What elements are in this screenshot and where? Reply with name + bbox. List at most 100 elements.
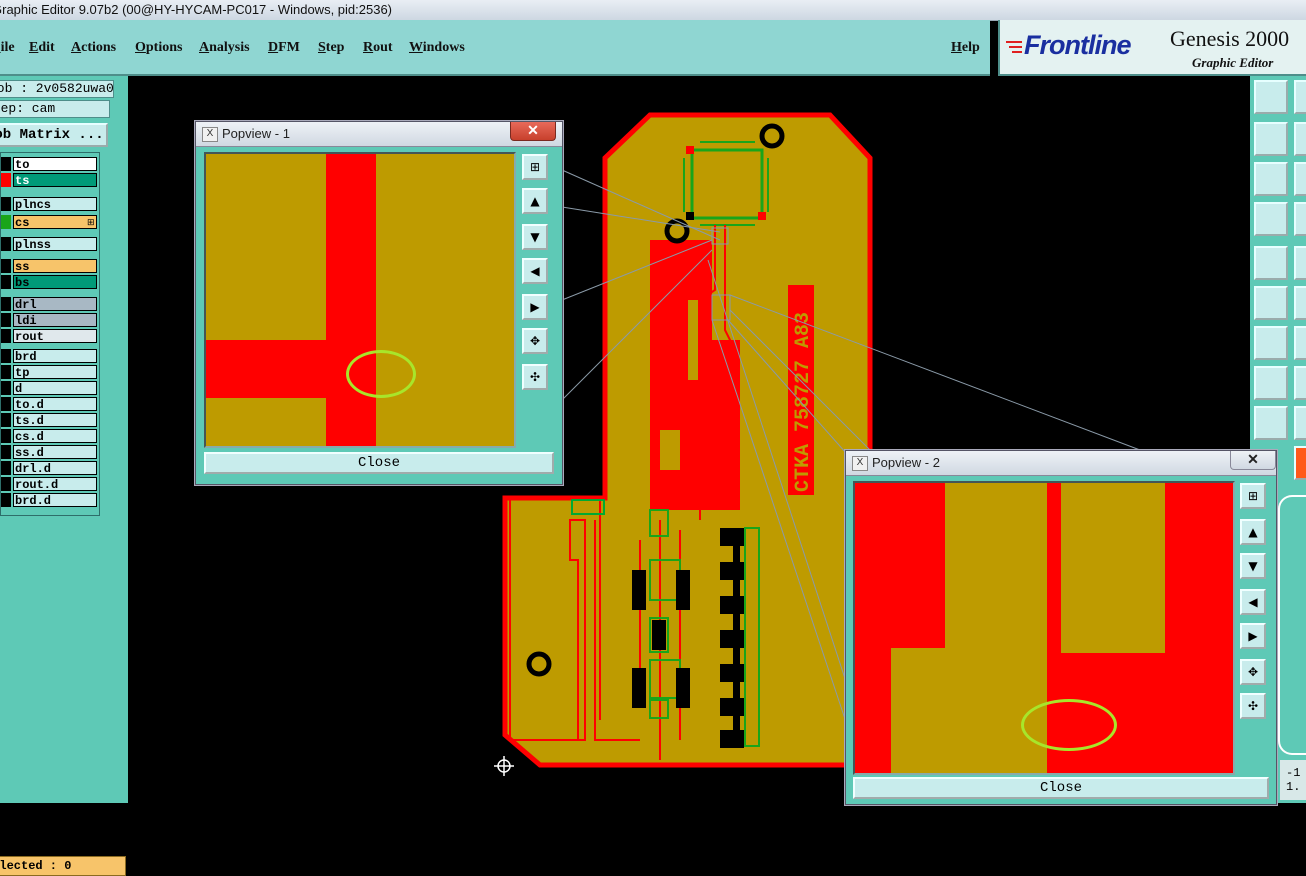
pv1-zoom-in-icon[interactable]: ⊞ <box>522 154 548 180</box>
layer-color-swatch[interactable] <box>1 493 11 507</box>
menu-rout[interactable]: Rout <box>363 40 393 56</box>
layer-name[interactable]: ts <box>13 173 97 188</box>
layer-color-swatch[interactable] <box>1 329 11 343</box>
layer-row-tp[interactable]: tp <box>1 365 97 380</box>
layer-name[interactable]: ss.d <box>13 445 97 460</box>
layer-row-cs-d[interactable]: cs.d <box>1 429 97 444</box>
layer-row-drl[interactable]: drl <box>1 297 97 312</box>
layer-name[interactable]: to <box>13 157 97 172</box>
menu-edit[interactable]: Edit <box>29 40 55 56</box>
layer-color-swatch[interactable] <box>1 157 11 171</box>
pv1-fit-icon[interactable]: ✥ <box>522 328 548 354</box>
tool-connect-icon[interactable] <box>1254 366 1288 400</box>
layer-name[interactable]: tp <box>13 365 97 380</box>
layer-name[interactable]: drl.d <box>13 461 97 476</box>
layer-row-to[interactable]: to <box>1 157 97 172</box>
tool-triangle-icon[interactable] <box>1254 406 1288 440</box>
popview-1-canvas[interactable] <box>204 152 516 448</box>
layer-row-ss[interactable]: ss <box>1 259 97 274</box>
tool-ext-1-icon[interactable] <box>1294 80 1306 114</box>
pv2-fit-icon[interactable]: ✥ <box>1240 659 1266 685</box>
popview-2-close-icon[interactable]: ✕ <box>1230 451 1276 470</box>
popview-1-close-icon[interactable]: ✕ <box>510 122 556 141</box>
layer-color-swatch[interactable] <box>1 275 11 289</box>
layer-row-cs[interactable]: cs ⊞ <box>1 215 97 230</box>
tool-left-icon[interactable] <box>1254 122 1288 156</box>
layer-color-swatch[interactable] <box>1 461 11 475</box>
layer-name[interactable]: ldi <box>13 313 97 328</box>
layer-row-brd[interactable]: brd <box>1 349 97 364</box>
tool-pad-icon[interactable] <box>1254 246 1288 280</box>
layer-row-plncs[interactable]: plncs <box>1 197 97 212</box>
layer-row-bs[interactable]: bs <box>1 275 97 290</box>
tool-ext-8-icon[interactable] <box>1294 366 1306 400</box>
layer-name[interactable]: drl <box>13 297 97 312</box>
layer-name[interactable]: ts.d <box>13 413 97 428</box>
tool-home-icon[interactable] <box>1254 80 1288 114</box>
tool-network-icon[interactable] <box>1254 286 1288 320</box>
layer-name[interactable]: brd <box>13 349 97 364</box>
layer-row-to-d[interactable]: to.d <box>1 397 97 412</box>
menu-file[interactable]: File <box>0 40 15 56</box>
tool-ext-7-icon[interactable] <box>1294 326 1306 360</box>
layer-row-ts[interactable]: ts <box>1 173 97 188</box>
layer-row-rout[interactable]: rout <box>1 329 97 344</box>
tool-ext-2-icon[interactable] <box>1294 122 1306 156</box>
tool-fit-icon[interactable] <box>1254 162 1288 196</box>
layer-name[interactable]: plncs <box>13 197 97 212</box>
menu-options[interactable]: Options <box>135 40 182 56</box>
pv2-pan-right-icon[interactable]: ▶ <box>1240 623 1266 649</box>
popview-1-titlebar[interactable]: X Popview - 1 <box>196 122 562 147</box>
layer-row-drl-d[interactable]: drl.d <box>1 461 97 476</box>
layer-color-swatch[interactable] <box>1 413 11 427</box>
tool-ext-3-icon[interactable] <box>1294 162 1306 196</box>
layer-color-swatch[interactable] <box>1 397 11 411</box>
pv1-zoom-out-icon[interactable]: ✣ <box>522 364 548 390</box>
layer-color-swatch[interactable] <box>1 173 11 187</box>
layer-color-swatch[interactable] <box>1 297 11 311</box>
tool-ext-10-icon[interactable] <box>1294 446 1306 480</box>
layer-color-swatch[interactable] <box>1 477 11 491</box>
pv2-pan-down-icon[interactable]: ▼ <box>1240 553 1266 579</box>
tool-settings-icon[interactable] <box>1254 202 1288 236</box>
menu-help[interactable]: Help <box>951 40 980 56</box>
layer-row-plnss[interactable]: plnss <box>1 237 97 252</box>
pv2-pan-left-icon[interactable]: ◀ <box>1240 589 1266 615</box>
job-matrix-button[interactable]: Job Matrix ... <box>0 123 108 147</box>
layer-name[interactable]: rout.d <box>13 477 97 492</box>
layer-row-ss-d[interactable]: ss.d <box>1 445 97 460</box>
pv2-zoom-out-icon[interactable]: ✣ <box>1240 693 1266 719</box>
pv1-pan-right-icon[interactable]: ▶ <box>522 294 548 320</box>
layer-name[interactable]: cs <box>13 215 97 230</box>
popview-2-titlebar[interactable]: X Popview - 2 <box>846 451 1276 476</box>
layer-color-swatch[interactable] <box>1 445 11 459</box>
tool-ext-5-icon[interactable] <box>1294 246 1306 280</box>
layer-name[interactable]: bs <box>13 275 97 290</box>
layer-row-brd-d[interactable]: brd.d <box>1 493 97 508</box>
tool-ext-6-icon[interactable] <box>1294 286 1306 320</box>
layer-row-ldi[interactable]: ldi <box>1 313 97 328</box>
layer-name[interactable]: rout <box>13 329 97 344</box>
layer-name[interactable]: to.d <box>13 397 97 412</box>
layer-color-swatch[interactable] <box>1 381 11 395</box>
menu-analysis[interactable]: Analysis <box>199 40 250 56</box>
layer-color-swatch[interactable] <box>1 313 11 327</box>
tool-angle-icon[interactable] <box>1254 326 1288 360</box>
popview-1-close-button[interactable]: Close <box>204 452 554 474</box>
menu-dfm[interactable]: DFM <box>268 40 300 56</box>
pv1-pan-down-icon[interactable]: ▼ <box>522 224 548 250</box>
layer-name[interactable]: cs.d <box>13 429 97 444</box>
layer-color-swatch[interactable] <box>1 365 11 379</box>
layer-row-rout-d[interactable]: rout.d <box>1 477 97 492</box>
layer-color-swatch[interactable] <box>1 259 11 273</box>
pv2-pan-up-icon[interactable]: ▲ <box>1240 519 1266 545</box>
popview-2-close-button[interactable]: Close <box>853 777 1269 799</box>
layer-color-swatch[interactable] <box>1 237 11 251</box>
layer-row-d[interactable]: d <box>1 381 97 396</box>
pv1-pan-up-icon[interactable]: ▲ <box>522 188 548 214</box>
layer-color-swatch[interactable] <box>1 197 11 211</box>
pv1-pan-left-icon[interactable]: ◀ <box>522 258 548 284</box>
layer-name[interactable]: plnss <box>13 237 97 252</box>
layer-row-ts-d[interactable]: ts.d <box>1 413 97 428</box>
layer-color-swatch[interactable] <box>1 429 11 443</box>
